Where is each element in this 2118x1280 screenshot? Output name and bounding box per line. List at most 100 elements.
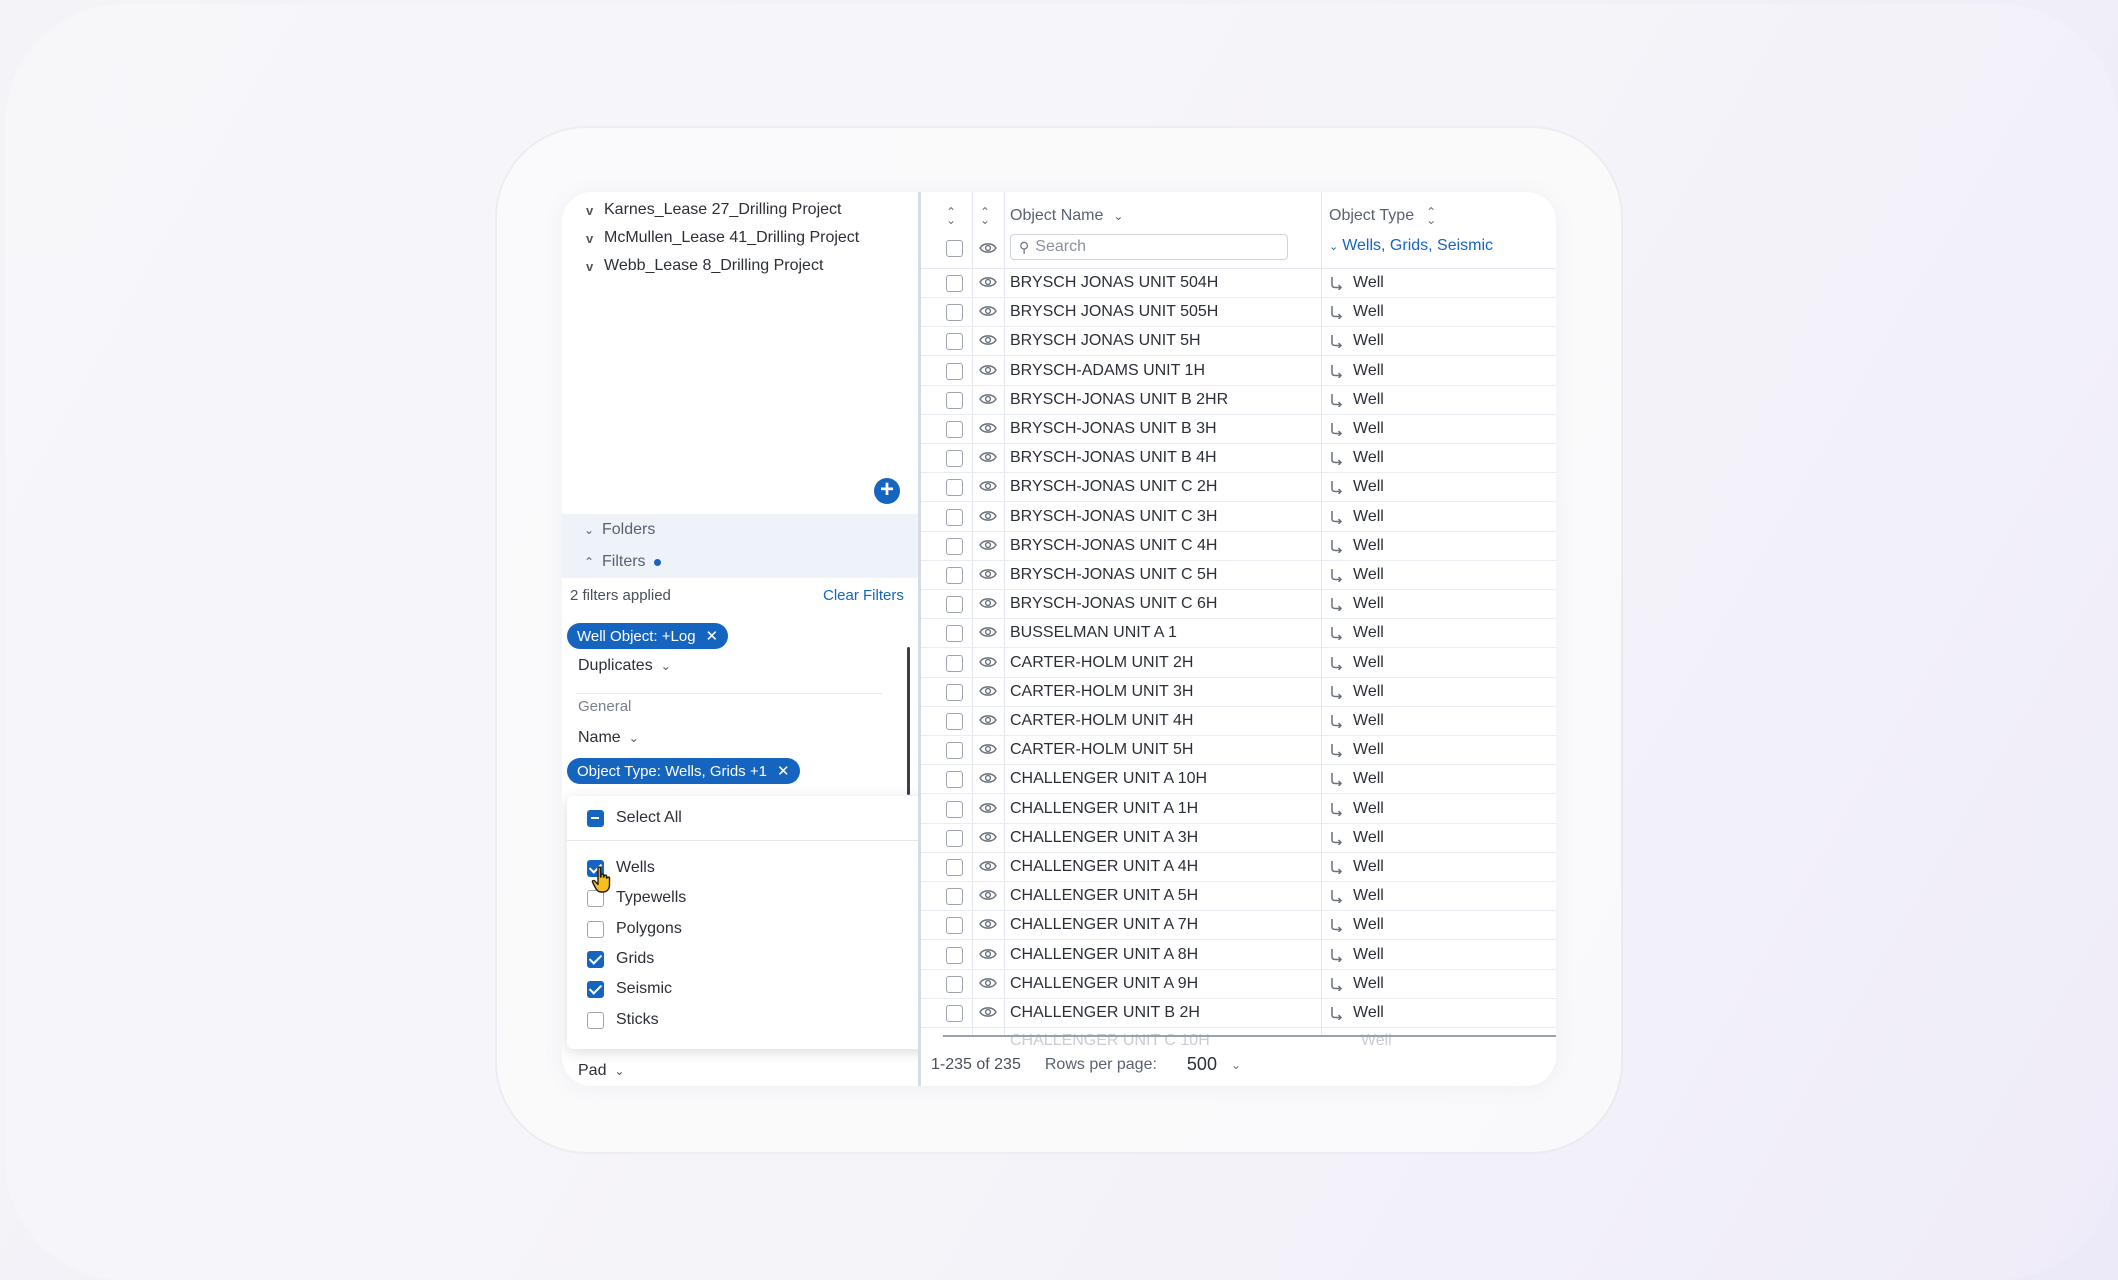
row-checkbox[interactable] — [946, 333, 963, 351]
eye-icon[interactable] — [979, 801, 997, 815]
eye-icon[interactable] — [979, 655, 997, 669]
row-checkbox[interactable] — [946, 450, 963, 468]
row-checkbox[interactable] — [946, 362, 963, 380]
table-row[interactable]: BRYSCH-ADAMS UNIT 1H Well — [921, 357, 1556, 386]
eye-icon[interactable] — [979, 947, 997, 961]
filters-scrollbar[interactable] — [907, 647, 910, 795]
sort-checkbox-column[interactable]: ⌃ ⌄ — [946, 204, 956, 228]
row-checkbox[interactable] — [946, 946, 963, 964]
clear-filters-link[interactable]: Clear Filters — [823, 587, 904, 604]
close-icon[interactable]: ✕ — [706, 627, 719, 645]
eye-icon[interactable] — [979, 304, 997, 318]
search-input[interactable]: ⚲ Search — [1010, 234, 1288, 260]
seismic-checkbox[interactable] — [587, 980, 604, 998]
table-row[interactable]: BRYSCH-JONAS UNIT C 3H Well — [921, 503, 1556, 532]
eye-icon[interactable] — [979, 363, 997, 377]
table-row[interactable]: BRYSCH-JONAS UNIT B 2HR Well — [921, 386, 1556, 415]
object-name-header[interactable]: Object Name ⌄ — [1010, 204, 1123, 228]
row-checkbox[interactable] — [946, 829, 963, 847]
eye-icon[interactable] — [979, 421, 997, 435]
eye-icon[interactable] — [979, 596, 997, 610]
duplicates-filter[interactable]: Duplicates ⌄ — [578, 657, 671, 675]
select-all-checkbox[interactable] — [587, 809, 604, 827]
table-row[interactable]: CHALLENGER UNIT A 3H Well — [921, 824, 1556, 853]
eye-icon[interactable] — [979, 625, 997, 639]
row-checkbox[interactable] — [946, 391, 963, 409]
project-item[interactable]: v Karnes_Lease 27_Drilling Project — [586, 196, 841, 224]
filters-section-header[interactable]: ⌃ Filters — [562, 546, 918, 578]
row-checkbox[interactable] — [946, 421, 963, 438]
row-checkbox[interactable] — [946, 596, 963, 614]
option-polygons[interactable]: Polygons — [587, 917, 682, 941]
table-row[interactable]: CHALLENGER UNIT A 10H Well — [921, 765, 1556, 795]
table-row[interactable]: CHALLENGER UNIT A 9H Well — [921, 970, 1556, 999]
row-checkbox[interactable] — [946, 859, 963, 876]
table-row[interactable]: CARTER-HOLM UNIT 3H Well — [921, 678, 1556, 707]
row-checkbox[interactable] — [946, 742, 963, 760]
object-type-filter-select[interactable]: ⌄ Wells, Grids, Seismic — [1329, 237, 1493, 255]
table-row[interactable]: CARTER-HOLM UNIT 4H Well — [921, 707, 1556, 736]
eye-icon[interactable] — [979, 567, 997, 581]
rows-per-page-select[interactable]: 500 — [1187, 1054, 1217, 1075]
row-checkbox[interactable] — [946, 771, 963, 789]
option-sticks[interactable]: Sticks — [587, 1008, 659, 1032]
add-project-button[interactable]: + — [874, 478, 900, 504]
table-row[interactable]: BRYSCH-JONAS UNIT C 6H Well — [921, 590, 1556, 620]
eye-icon[interactable] — [979, 771, 997, 785]
chevron-down-icon[interactable]: ⌄ — [1231, 1058, 1241, 1072]
project-item[interactable]: v McMullen_Lease 41_Drilling Project — [586, 224, 859, 252]
row-checkbox[interactable] — [946, 567, 963, 584]
table-row[interactable]: CHALLENGER UNIT B 2H Well — [921, 999, 1556, 1028]
eye-icon[interactable] — [979, 684, 997, 698]
select-all-option[interactable]: Select All — [587, 806, 682, 830]
project-item[interactable]: v Webb_Lease 8_Drilling Project — [586, 252, 823, 280]
row-checkbox[interactable] — [946, 800, 963, 818]
eye-icon[interactable] — [979, 859, 997, 873]
table-row[interactable]: CARTER-HOLM UNIT 2H Well — [921, 649, 1556, 678]
eye-icon[interactable] — [979, 479, 997, 493]
close-icon[interactable]: ✕ — [777, 762, 790, 780]
row-checkbox[interactable] — [946, 917, 963, 935]
table-row[interactable]: CHALLENGER UNIT A 8H Well — [921, 941, 1556, 970]
eye-icon[interactable] — [979, 241, 997, 255]
eye-icon[interactable] — [979, 509, 997, 523]
polygons-checkbox[interactable] — [587, 920, 604, 938]
eye-icon[interactable] — [979, 742, 997, 756]
row-checkbox[interactable] — [946, 304, 963, 322]
table-row[interactable]: BRYSCH-JONAS UNIT C 4H Well — [921, 532, 1556, 561]
row-checkbox[interactable] — [946, 275, 963, 292]
table-row[interactable]: CHALLENGER UNIT A 1H Well — [921, 795, 1556, 824]
table-row[interactable]: CHALLENGER UNIT A 5H Well — [921, 882, 1556, 912]
row-checkbox[interactable] — [946, 508, 963, 526]
eye-icon[interactable] — [979, 830, 997, 844]
table-row[interactable]: BRYSCH-JONAS UNIT C 5H Well — [921, 561, 1556, 590]
row-checkbox[interactable] — [946, 713, 963, 730]
table-row[interactable]: CHALLENGER UNIT A 4H Well — [921, 853, 1556, 882]
row-checkbox[interactable] — [946, 479, 963, 497]
eye-icon[interactable] — [979, 538, 997, 552]
folders-section-header[interactable]: ⌄ Folders — [562, 514, 918, 546]
table-row[interactable]: BUSSELMAN UNIT A 1 Well — [921, 619, 1556, 649]
eye-icon[interactable] — [979, 333, 997, 347]
row-checkbox[interactable] — [946, 888, 963, 906]
eye-icon[interactable] — [979, 917, 997, 931]
eye-icon[interactable] — [979, 713, 997, 727]
option-grids[interactable]: Grids — [587, 947, 654, 971]
object-type-header[interactable]: Object Type ⌃ ⌄ — [1329, 204, 1436, 228]
eye-icon[interactable] — [979, 392, 997, 406]
eye-icon[interactable] — [979, 450, 997, 464]
sticks-checkbox[interactable] — [587, 1011, 604, 1029]
sort-visibility-column[interactable]: ⌃ ⌄ — [980, 204, 990, 228]
row-checkbox[interactable] — [946, 975, 963, 993]
eye-icon[interactable] — [979, 275, 997, 289]
row-checkbox[interactable] — [946, 625, 963, 643]
table-row[interactable]: BRYSCH-JONAS UNIT B 4H Well — [921, 444, 1556, 474]
row-checkbox[interactable] — [946, 1005, 963, 1022]
table-row[interactable]: BRYSCH-JONAS UNIT B 3H Well — [921, 415, 1556, 444]
name-filter[interactable]: Name ⌄ — [578, 729, 639, 747]
table-row[interactable]: BRYSCH JONAS UNIT 5H Well — [921, 327, 1556, 357]
eye-icon[interactable] — [979, 888, 997, 902]
grids-checkbox[interactable] — [587, 950, 604, 968]
row-checkbox[interactable] — [946, 683, 963, 701]
pad-filter[interactable]: Pad ⌄ — [578, 1062, 625, 1080]
